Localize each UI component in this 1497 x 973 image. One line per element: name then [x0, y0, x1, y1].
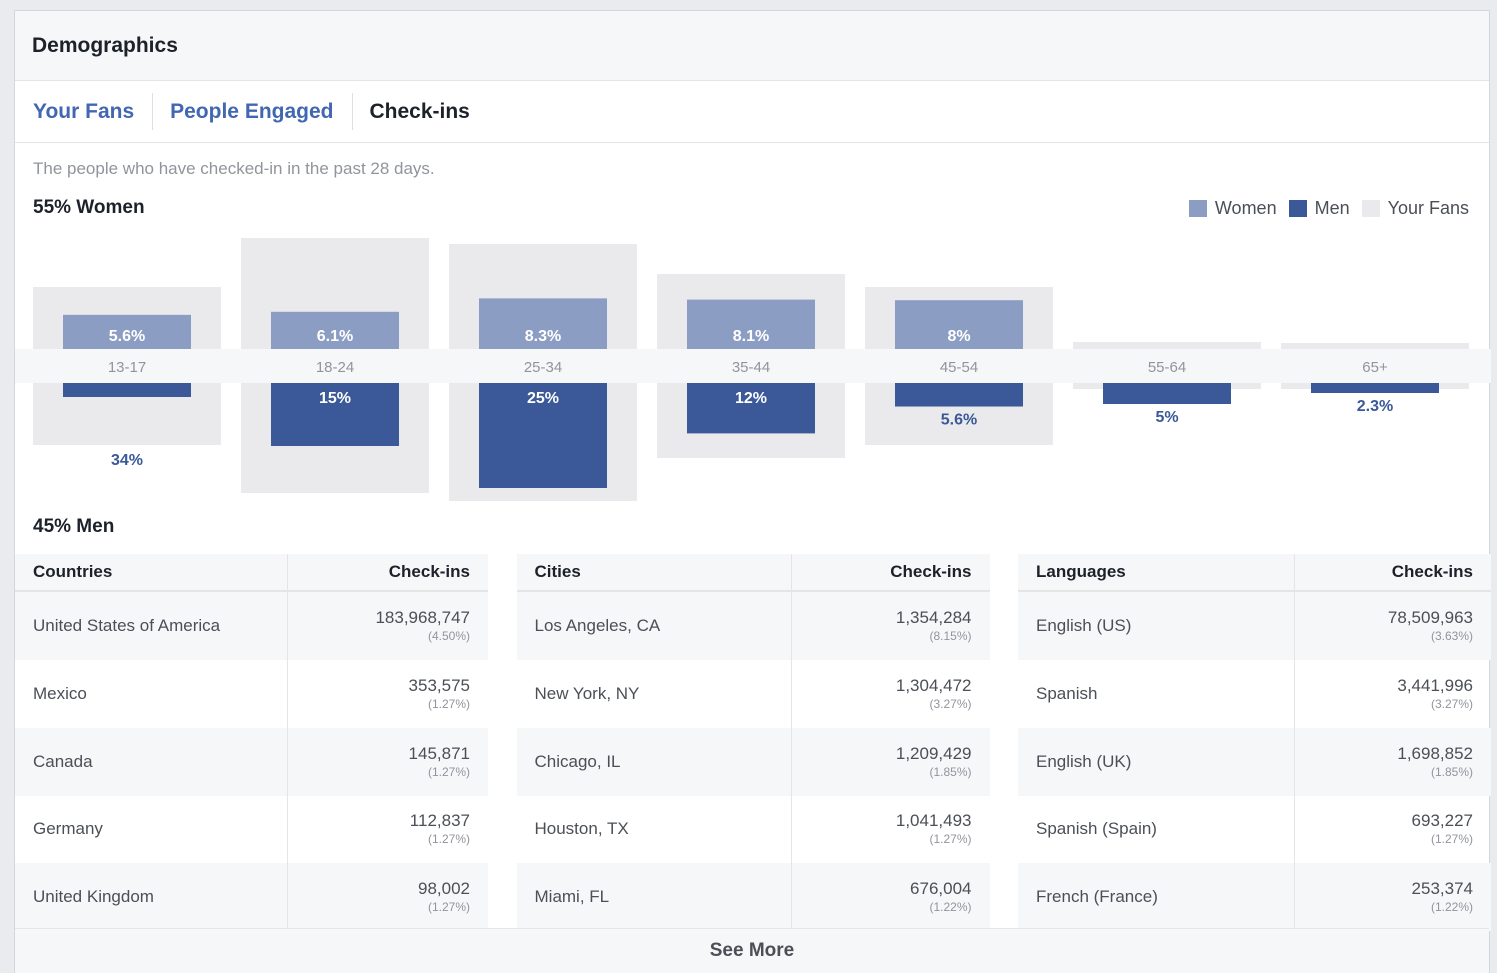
women-bar-label: 5.6%	[109, 328, 145, 345]
row-value: 1,698,852 (1.85%)	[1294, 727, 1491, 796]
row-value: 3,441,996 (3.27%)	[1397, 675, 1473, 711]
table-row: English (UK) 1,698,852 (1.85%)	[1018, 727, 1491, 796]
row-name: United States of America	[15, 591, 288, 661]
table-row: Miami, FL 676,004 (1.22%)	[516, 863, 990, 931]
row-name: Chicago, IL	[516, 727, 792, 796]
table-row: Canada 145,871 (1.27%)	[15, 727, 488, 796]
row-value: 78,509,963 (3.63%)	[1294, 591, 1491, 661]
see-more-button[interactable]: See More	[15, 928, 1489, 973]
fans-bar-women-65+	[1281, 343, 1469, 349]
men-bar-label: 5%	[1155, 409, 1178, 426]
countries-checkins-header: Check-ins	[287, 554, 488, 593]
table-row: New York, NY 1,304,472 (3.27%)	[516, 660, 990, 728]
languages-header: Languages	[1018, 554, 1295, 593]
cities-table: Cities Check-ins Los Angeles, CA 1,354,2…	[516, 554, 990, 931]
men-bar-65+	[1311, 383, 1439, 393]
cities-checkins-header: Check-ins	[791, 554, 990, 593]
row-value: 676,004 (1.22%)	[791, 863, 990, 931]
row-name: Mexico	[15, 660, 288, 728]
men-bar-label: 12%	[735, 390, 767, 407]
age-tick-label: 18-24	[316, 359, 354, 376]
table-row: United Kingdom 98,002 (1.27%)	[15, 863, 488, 931]
age-tick-label: 25-34	[524, 359, 562, 376]
row-value: 1,209,429 (1.85%)	[791, 727, 990, 796]
demographics-panel: Demographics Your Fans People Engaged Ch…	[14, 10, 1491, 973]
women-bar-label: 8.1%	[733, 328, 769, 345]
age-gender-chart: 5.6% 34% 13-17 6.1% 15% 18-24 8.3% 25% 25-34 8.1%…	[15, 238, 1491, 501]
languages-table: Languages Check-ins English (US) 78,509,…	[1018, 554, 1491, 931]
countries-header: Countries	[15, 554, 288, 593]
row-value: 1,354,284 (8.15%)	[791, 591, 990, 661]
women-bar-label: 8.3%	[525, 328, 561, 345]
table-row: Spanish 3,441,996 (3.27%)	[1018, 660, 1491, 728]
row-value: 353,575 (1.27%)	[408, 675, 470, 711]
row-value: 1,304,472 (3.27%)	[895, 675, 972, 711]
women-bar-label: 6.1%	[317, 328, 353, 345]
row-name: United Kingdom	[15, 863, 288, 931]
table-row: Mexico 353,575 (1.27%)	[15, 660, 488, 728]
row-name: English (US)	[1018, 591, 1295, 661]
men-bar-45-54	[895, 383, 1023, 407]
men-bar-label: 15%	[319, 390, 351, 407]
row-value: 112,837 (1.27%)	[409, 811, 470, 847]
table-row: Houston, TX 1,041,493 (1.27%)	[516, 795, 990, 864]
age-tick-label: 13-17	[108, 359, 146, 376]
table-row: United States of America 183,968,747 (4.5…	[15, 591, 488, 661]
table-row: French (France) 253,374 (1.22%)	[1018, 863, 1491, 931]
row-value: 98,002 (1.27%)	[287, 863, 488, 931]
table-row: English (US) 78,509,963 (3.63%)	[1018, 591, 1491, 661]
men-bar-55-64	[1103, 383, 1231, 404]
age-tick-label: 55-64	[1148, 359, 1186, 376]
table-row: Spanish (Spain) 693,227 (1.27%)	[1018, 795, 1491, 864]
row-name: Spanish	[1018, 660, 1295, 728]
row-value: 145,871 (1.27%)	[287, 727, 488, 796]
languages-checkins-header: Check-ins	[1294, 554, 1491, 593]
row-name: English (UK)	[1018, 727, 1295, 796]
row-name: Germany	[15, 795, 288, 864]
fans-bar-women-55-64	[1073, 342, 1261, 349]
men-bar-label: 34%	[111, 452, 143, 469]
row-name: Miami, FL	[516, 863, 792, 931]
men-bar-13-17	[63, 383, 191, 397]
row-name: Los Angeles, CA	[516, 591, 792, 661]
countries-table: Countries Check-ins United States of Ame…	[15, 554, 488, 931]
table-row: Germany 112,837 (1.27%)	[15, 795, 488, 864]
row-name: French (France)	[1018, 863, 1295, 931]
women-bar-label: 8%	[947, 328, 970, 345]
men-bar-label: 5.6%	[941, 412, 977, 429]
row-value: 183,968,747 (4.50%)	[287, 591, 488, 661]
cities-header: Cities	[516, 554, 792, 593]
row-name: Canada	[15, 727, 288, 796]
age-tick-label: 35-44	[732, 359, 770, 376]
row-value: 693,227 (1.27%)	[1411, 811, 1473, 847]
row-value: 253,374 (1.22%)	[1294, 863, 1491, 931]
age-tick-label: 65+	[1362, 359, 1388, 376]
men-bar-label: 2.3%	[1357, 398, 1393, 415]
row-name: New York, NY	[516, 660, 792, 728]
table-row: Chicago, IL 1,209,429 (1.85%)	[516, 727, 990, 796]
table-row: Los Angeles, CA 1,354,284 (8.15%)	[516, 591, 990, 661]
age-tick-label: 45-54	[940, 359, 978, 376]
breakdown-tables: Countries Check-ins United States of Ame…	[15, 554, 1491, 931]
row-name: Houston, TX	[516, 795, 792, 864]
men-bar-label: 25%	[527, 390, 559, 407]
row-name: Spanish (Spain)	[1018, 795, 1295, 864]
row-value: 1,041,493 (1.27%)	[895, 811, 972, 847]
men-percentage: 45% Men	[33, 516, 115, 537]
